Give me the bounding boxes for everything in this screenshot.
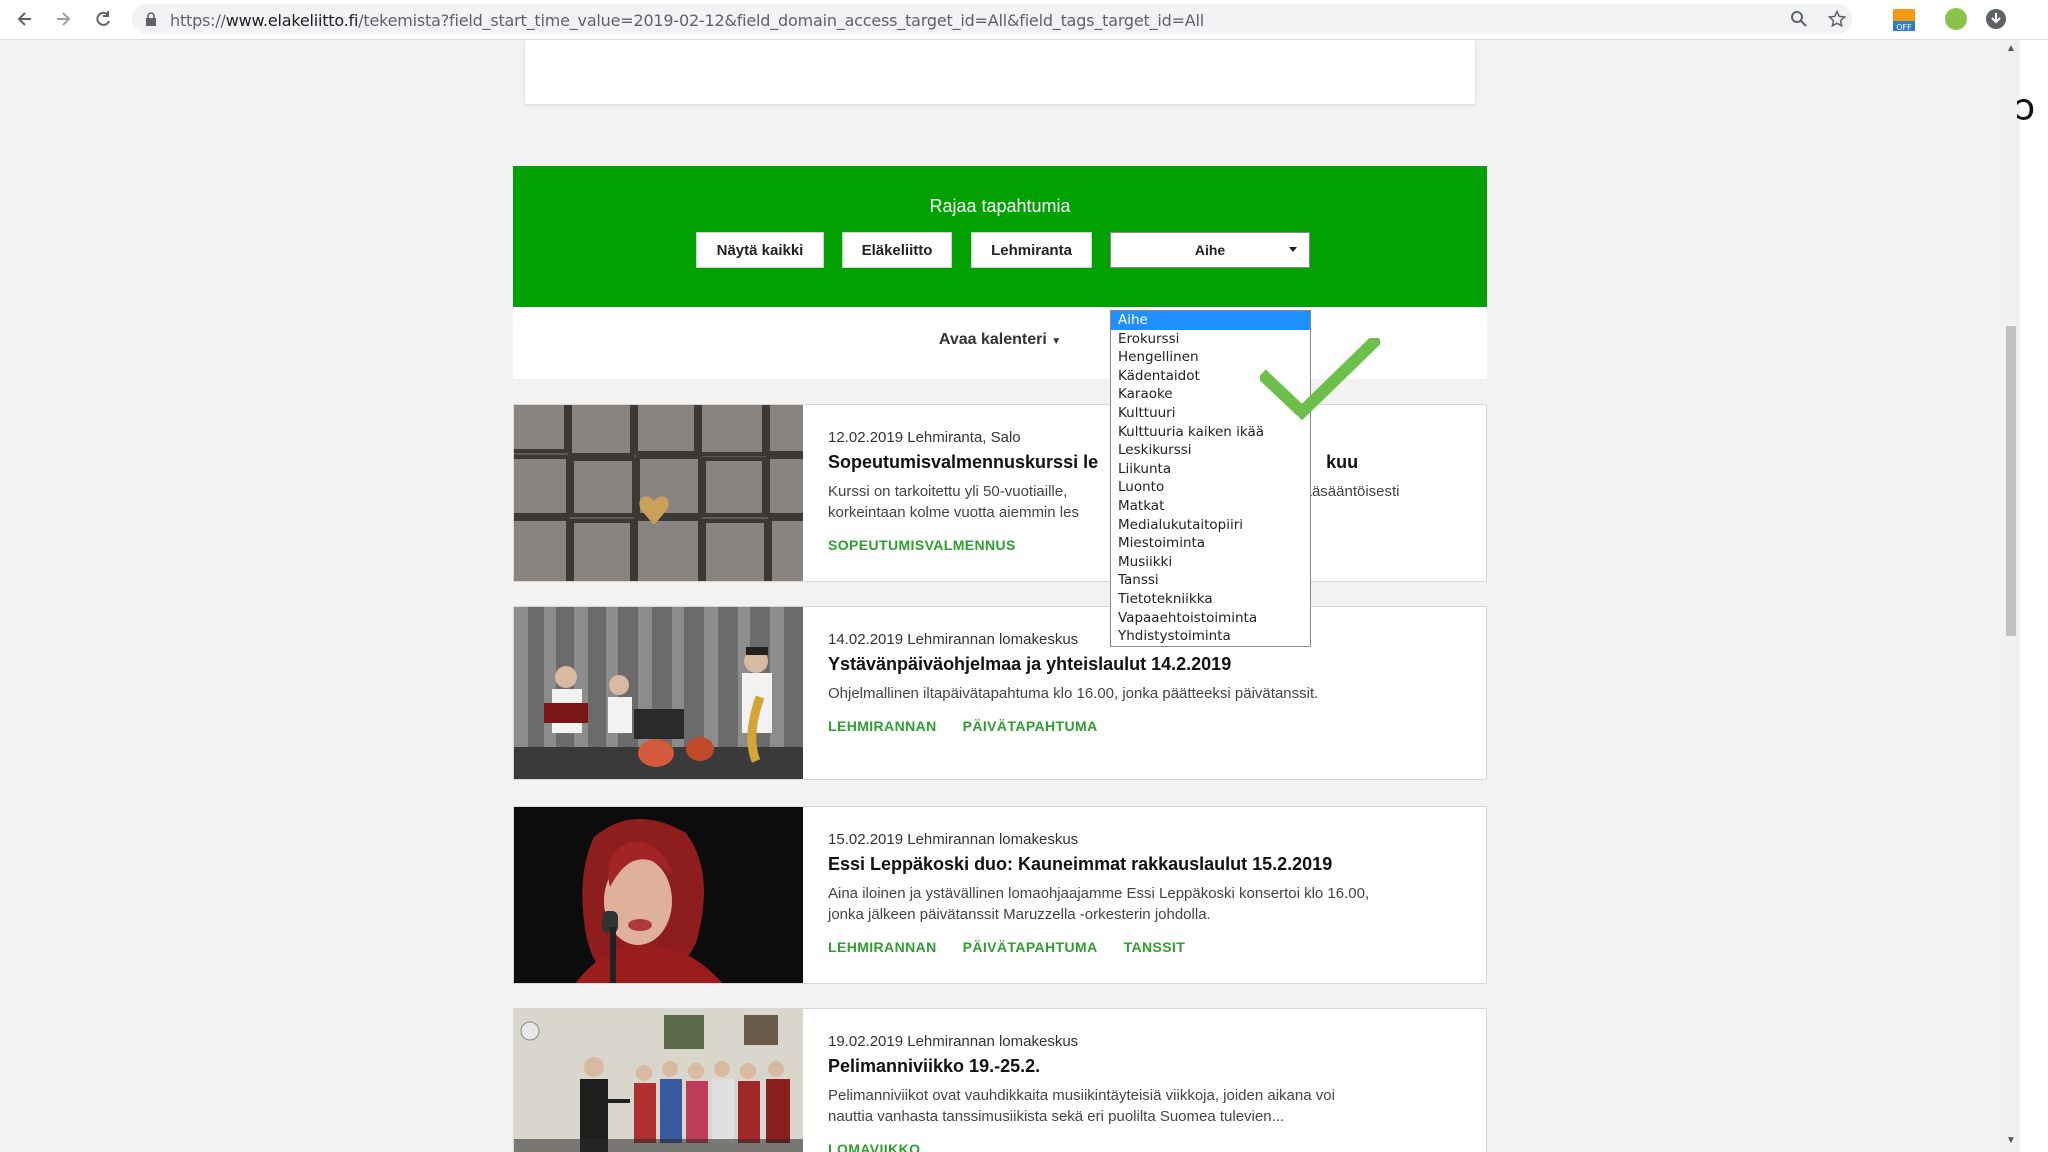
event-tag[interactable]: LEHMIRANNAN bbox=[828, 939, 937, 955]
dropdown-option[interactable]: Matkat bbox=[1111, 497, 1310, 516]
event-tag[interactable]: LEHMIRANNAN bbox=[828, 718, 937, 734]
dropdown-option[interactable]: Vapaaehtoistoiminta bbox=[1111, 609, 1310, 628]
event-tag[interactable]: PÄIVÄTAPAHTUMA bbox=[963, 718, 1098, 734]
browser-toolbar: https://www.elakeliitto.fi/tekemista?fie… bbox=[0, 0, 2048, 40]
bookmark-star-icon[interactable] bbox=[1828, 10, 1846, 28]
triangle-down-icon: ▼ bbox=[1051, 336, 1062, 347]
dropdown-option[interactable]: Liikunta bbox=[1111, 460, 1310, 479]
extension-green-icon[interactable] bbox=[1944, 7, 1970, 33]
event-tag[interactable]: LOMAVIIKKO bbox=[828, 1141, 920, 1152]
event-description: Pelimanniviikot ovat vauhdikkaita musiik… bbox=[828, 1087, 1335, 1125]
event-image-cobblestones bbox=[514, 405, 803, 581]
event-meta: 15.02.2019 Lehmirannan lomakeskus bbox=[828, 831, 1079, 848]
event-image-choir bbox=[514, 1009, 803, 1152]
dropdown-option[interactable]: Miestoiminta bbox=[1111, 534, 1310, 553]
event-description: Ohjelmallinen iltapäivätapahtuma klo 16.… bbox=[828, 685, 1319, 702]
reload-icon[interactable] bbox=[90, 6, 116, 32]
event-card[interactable]: 15.02.2019 Lehmirannan lomakeskus Essi L… bbox=[513, 806, 1487, 984]
scroll-up-icon[interactable]: ▲ bbox=[2006, 44, 2016, 54]
page-viewport: Rajaa tapahtumia Näytä kaikki Eläkeliitt… bbox=[0, 40, 2020, 1152]
dropdown-option[interactable]: Luonto bbox=[1111, 478, 1310, 497]
event-tag[interactable]: SOPEUTUMISVALMENNUS bbox=[828, 537, 1016, 553]
side-strip bbox=[2020, 40, 2048, 1152]
chevron-down-icon bbox=[1289, 247, 1297, 252]
event-description: Aina iloinen ja ystävällinen lomaohjaaja… bbox=[828, 885, 1370, 923]
event-meta: 19.02.2019 Lehmirannan lomakeskus bbox=[828, 1033, 1079, 1050]
event-title[interactable]: Ystävänpäiväohjelmaa ja yhteislaulut 14.… bbox=[828, 654, 1466, 675]
event-image-band bbox=[514, 607, 803, 779]
extension-off-icon[interactable]: OFF bbox=[1892, 7, 1918, 33]
checkmark-icon bbox=[1260, 338, 1380, 420]
scrollbar-thumb[interactable] bbox=[2006, 326, 2016, 636]
lock-icon bbox=[146, 12, 156, 26]
dropdown-option[interactable]: Yhdistystoiminta bbox=[1111, 627, 1310, 646]
extension-download-icon[interactable] bbox=[1984, 7, 2010, 33]
filter-title: Rajaa tapahtumia bbox=[929, 196, 1071, 216]
cursor-glyph-icon: Ↄ bbox=[2016, 95, 2035, 125]
event-tag[interactable]: PÄIVÄTAPAHTUMA bbox=[963, 939, 1098, 955]
event-image-singer bbox=[514, 807, 803, 983]
event-title[interactable]: Pelimanniviikko 19.-25.2. bbox=[828, 1056, 1466, 1077]
elakeliitto-button[interactable]: Eläkeliitto bbox=[842, 232, 952, 268]
page-scrollbar[interactable]: ▲ ▼ bbox=[2002, 40, 2020, 1152]
topic-select[interactable]: Aihe bbox=[1110, 232, 1310, 268]
scroll-down-icon[interactable]: ▼ bbox=[2006, 1136, 2016, 1146]
zoom-icon[interactable] bbox=[1790, 10, 1808, 28]
svg-text:OFF: OFF bbox=[1896, 23, 1912, 32]
url-text: https://www.elakeliitto.fi/tekemista?fie… bbox=[170, 11, 1205, 30]
event-card[interactable]: 14.02.2019 Lehmirannan lomakeskus Ystävä… bbox=[513, 606, 1487, 780]
dropdown-option[interactable]: Medialukutaitopiiri bbox=[1111, 516, 1310, 535]
lehmiranta-button[interactable]: Lehmiranta bbox=[971, 232, 1092, 268]
event-title[interactable]: Essi Leppäkoski duo: Kauneimmat rakkausl… bbox=[828, 854, 1466, 875]
dropdown-option[interactable]: Aihe bbox=[1111, 311, 1310, 330]
dropdown-option[interactable]: Musiikki bbox=[1111, 553, 1310, 572]
dropdown-option[interactable]: Kulttuuria kaiken ikää bbox=[1111, 423, 1310, 442]
address-bar[interactable]: https://www.elakeliitto.fi/tekemista?fie… bbox=[132, 4, 1852, 34]
filter-panel: Rajaa tapahtumia Näytä kaikki Eläkeliitt… bbox=[513, 166, 1487, 307]
back-icon[interactable] bbox=[12, 6, 38, 32]
topic-select-value: Aihe bbox=[1194, 242, 1226, 258]
event-tag[interactable]: TANSSIT bbox=[1124, 939, 1186, 955]
forward-icon[interactable] bbox=[50, 6, 76, 32]
dropdown-option[interactable]: Tanssi bbox=[1111, 571, 1310, 590]
dropdown-option[interactable]: Tietotekniikka bbox=[1111, 590, 1310, 609]
event-card[interactable]: 12.02.2019 Lehmiranta, Salo Sopeutumisva… bbox=[513, 404, 1487, 582]
dropdown-option[interactable]: Leskikurssi bbox=[1111, 441, 1310, 460]
content-card bbox=[525, 40, 1475, 104]
event-card[interactable]: 19.02.2019 Lehmirannan lomakeskus Pelima… bbox=[513, 1008, 1487, 1152]
show-all-button[interactable]: Näytä kaikki bbox=[696, 232, 824, 268]
